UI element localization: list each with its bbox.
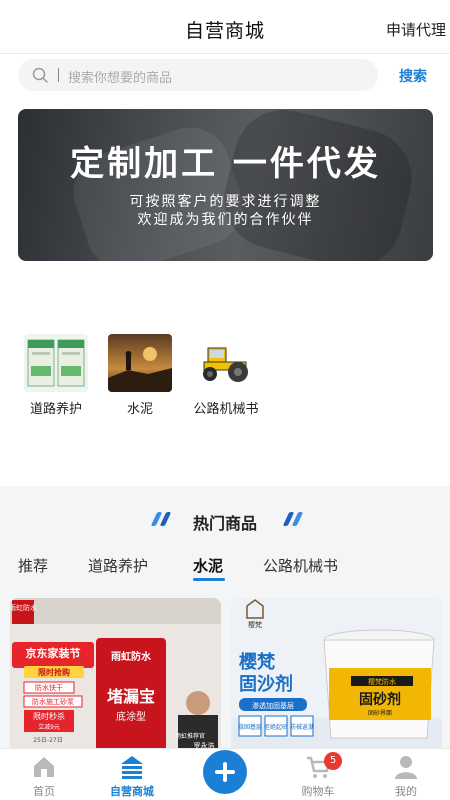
category-road-maintenance[interactable]: 道路养护 bbox=[16, 334, 96, 417]
tab-recommend[interactable]: 推荐 bbox=[18, 555, 48, 576]
product-card[interactable]: 樱梵 樱梵 固沙剂 渗透加固基层 稳固基层 拒绝起砂 防械返潮 樱梵防水 固砂剂… bbox=[231, 598, 442, 753]
header: 自营商城 申请代理 bbox=[0, 0, 450, 54]
tabbar-item-cart[interactable]: 购物车 bbox=[283, 754, 353, 799]
bucket-subtitle: 固砂界面 bbox=[368, 709, 392, 717]
product-image-sand-fixer: 樱梵 樱梵 固沙剂 渗透加固基层 稳固基层 拒绝起砂 防械返潮 樱梵防水 固砂剂… bbox=[231, 598, 442, 753]
category-road-machinery[interactable]: 公路机械书 bbox=[186, 334, 266, 417]
deal-subtitle: 立减9元 bbox=[38, 723, 60, 731]
product-card[interactable]: 雨虹防水 京东家装节 限时抢购 防水快干 防水施工砂浆 限时秒杀 立减9元 25… bbox=[10, 598, 221, 753]
promo-banner[interactable]: 定制加工 一件代发 可按照客户的要求进行调整 欢迎成为我们的合作伙伴 bbox=[18, 109, 433, 261]
search-button[interactable]: 搜索 bbox=[399, 66, 427, 86]
promo-subtitle: 限时抢购 bbox=[38, 667, 70, 677]
hot-products-title: 热门商品 bbox=[192, 514, 257, 533]
title-decoration-right-icon bbox=[282, 512, 304, 526]
product-image-waterproof-plug: 雨虹防水 京东家装节 限时抢购 防水快干 防水施工砂浆 限时秒杀 立减9元 25… bbox=[10, 598, 221, 753]
mall-icon bbox=[119, 754, 145, 780]
feature-tag: 防械返潮 bbox=[290, 723, 314, 731]
product-subtitle: 渗透加固基层 bbox=[252, 701, 294, 710]
active-tab-indicator bbox=[193, 578, 225, 581]
add-button[interactable] bbox=[203, 750, 247, 794]
feature-tag: 防水施工砂浆 bbox=[32, 697, 74, 706]
tabbar-label: 购物车 bbox=[301, 785, 335, 798]
banner-headline: 定制加工 一件代发 bbox=[70, 144, 381, 184]
bucket-label: 固砂剂 bbox=[359, 691, 401, 708]
cement-image bbox=[108, 334, 172, 392]
tabbar-label: 我的 bbox=[395, 785, 417, 798]
user-icon bbox=[393, 754, 419, 780]
header-divider bbox=[0, 53, 450, 54]
tabbar-item-profile[interactable]: 我的 bbox=[371, 754, 441, 799]
text-cursor bbox=[58, 68, 59, 82]
banner-line-1: 可按照客户的要求进行调整 bbox=[129, 194, 322, 210]
road-roller-image bbox=[194, 334, 258, 392]
category-cement[interactable]: 水泥 bbox=[100, 334, 180, 417]
tabbar-label: 首页 bbox=[33, 785, 55, 798]
cart-count-badge: 5 bbox=[324, 752, 342, 770]
tabbar-item-home[interactable]: 首页 bbox=[9, 754, 79, 799]
tab-road-maintenance[interactable]: 道路养护 bbox=[88, 555, 148, 576]
handshake-photo-shadow bbox=[213, 109, 423, 261]
feature-tag: 防水快干 bbox=[35, 683, 63, 692]
bag-product-name: 堵漏宝 bbox=[107, 687, 155, 706]
page: 自营商城 申请代理 搜索你想要的商品 搜索 定制加工 一件代发 可按照客户的要求… bbox=[0, 0, 450, 800]
bag-product-subtitle: 底涂型 bbox=[116, 710, 146, 723]
date-label: 25日-27日 bbox=[33, 737, 62, 744]
banner-line-2: 欢迎成为我们的合作伙伴 bbox=[137, 212, 314, 228]
search-placeholder: 搜索你想要的商品 bbox=[68, 71, 173, 86]
promo-title: 京东家装节 bbox=[26, 646, 81, 660]
tabbar-label: 自营商城 bbox=[110, 785, 154, 798]
home-icon bbox=[31, 754, 57, 780]
tab-cement[interactable]: 水泥 bbox=[193, 555, 223, 576]
road-maintenance-product-image bbox=[24, 334, 88, 392]
search-icon bbox=[32, 67, 48, 83]
brand-text: 樱梵 bbox=[248, 620, 262, 629]
category-label: 水泥 bbox=[126, 402, 153, 417]
tabbar-item-mall[interactable]: 自营商城 bbox=[97, 754, 167, 799]
tab-road-machinery[interactable]: 公路机械书 bbox=[263, 555, 338, 576]
product-name: 樱梵 bbox=[239, 651, 276, 673]
bucket-brand: 樱梵防水 bbox=[368, 677, 396, 686]
page-title: 自营商城 bbox=[184, 20, 265, 42]
apply-agent-button[interactable]: 申请代理 bbox=[386, 19, 446, 40]
deal-label: 限时秒杀 bbox=[33, 711, 65, 721]
category-label: 公路机械书 bbox=[193, 402, 259, 417]
recommender-label: 雨虹推荐官 bbox=[175, 732, 205, 740]
plus-icon-stroke bbox=[223, 762, 227, 782]
product-name-2: 固沙剂 bbox=[239, 673, 293, 695]
feature-tag: 稳固基层 bbox=[238, 723, 262, 731]
feature-tag: 拒绝起砂 bbox=[264, 723, 288, 731]
brand-text: 雨虹防水 bbox=[10, 603, 37, 612]
search-input[interactable]: 搜索你想要的商品 bbox=[18, 59, 378, 91]
bag-brand: 雨虹防水 bbox=[111, 650, 152, 663]
category-label: 道路养护 bbox=[29, 402, 82, 417]
